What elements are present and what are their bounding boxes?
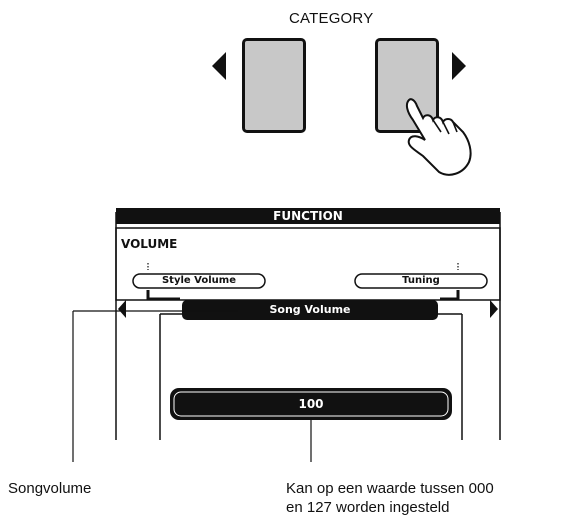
lcd-left-arrow-icon: [118, 300, 126, 318]
lcd-right-item: Tuning: [402, 275, 440, 286]
lcd-value: 100: [298, 397, 324, 411]
lcd-left-item: Style Volume: [161, 275, 236, 286]
lcd-header-text: FUNCTION: [273, 209, 343, 223]
lcd-right-arrow-icon: [490, 300, 498, 318]
callout-range-line1: Kan op een waarde tussen 000: [286, 480, 494, 497]
lcd-section-title: VOLUME: [121, 237, 178, 251]
callout-songvolume: Songvolume: [8, 480, 92, 497]
lcd-panel: [72, 208, 501, 462]
callout-range-line2: en 127 worden ingesteld: [286, 499, 450, 516]
lcd-selected-item: Song Volume: [269, 303, 351, 316]
